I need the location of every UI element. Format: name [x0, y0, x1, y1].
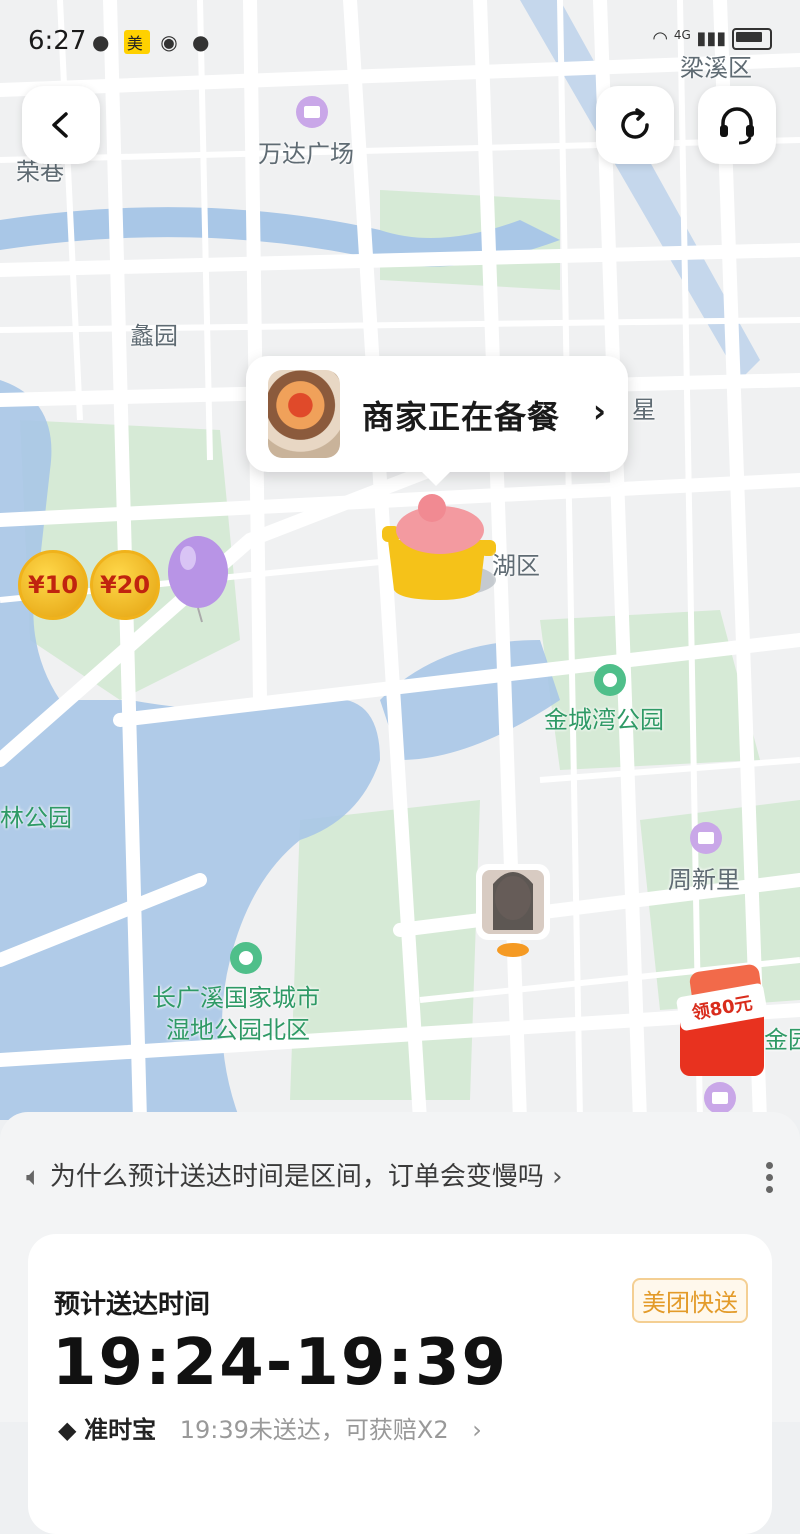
coin-20[interactable]: ¥20: [90, 550, 160, 620]
coin-10[interactable]: ¥10: [18, 550, 88, 620]
map-label-changguangxi-2: 湿地公园北区: [166, 1016, 310, 1044]
ontime-label: 准时宝: [84, 1416, 157, 1444]
status-time: 6:27: [28, 26, 87, 56]
map-label-liyuan: 蠡园: [130, 322, 178, 350]
status-notification-icons: ● 美 ◉ ●: [92, 30, 213, 54]
speaker-icon: 🔈︎: [26, 1162, 42, 1192]
more-options-icon[interactable]: [766, 1162, 774, 1198]
eta-card: 预计送达时间 美团快送 19:24-19:39 ◆ 准时宝 19:39未送达，可…: [28, 1234, 772, 1534]
network-type: 4G: [673, 28, 691, 42]
chevron-right-icon: ›: [552, 1162, 563, 1192]
poi-pin-wanda[interactable]: [296, 96, 328, 128]
map-label-wanda: 万达广场: [258, 140, 354, 168]
coin-10-label: ¥10: [27, 571, 79, 599]
meituan-app-icon: 美: [123, 30, 150, 54]
refresh-icon: [621, 108, 649, 139]
wechat-icon: ◉: [160, 30, 182, 54]
customer-service-button[interactable]: [698, 86, 776, 164]
chevron-right-icon: ›: [592, 392, 606, 430]
food-thumbnail: [268, 370, 340, 458]
ontime-guarantee[interactable]: ◆ 准时宝 19:39未送达，可获赔X2 ›: [58, 1410, 482, 1445]
poi-pin-zhouxinli[interactable]: [690, 822, 722, 854]
status-bar: 6:27 ● 美 ◉ ● ◠ 4G ▮▮▮: [0, 0, 800, 80]
eta-time-range: 19:24-19:39: [52, 1326, 508, 1400]
coupon-widget[interactable]: 领80元: [674, 963, 770, 1080]
eta-notice-link[interactable]: 🔈︎ 为什么预计送达时间是区间，订单会变慢吗 ›: [26, 1156, 563, 1193]
status-right-icons: ◠ 4G ▮▮▮: [652, 28, 772, 50]
refresh-button[interactable]: [596, 86, 674, 164]
message-icon: ●: [192, 30, 214, 54]
map-label-jincheng: 金城湾公园: [544, 706, 664, 734]
map-label-hu: 湖区: [492, 552, 540, 580]
order-panel: 🔈︎ 为什么预计送达时间是区间，订单会变慢吗 › 预计送达时间 美团快送 19:…: [0, 1112, 800, 1534]
chevron-right-icon: ›: [472, 1416, 482, 1444]
delivery-type-badge: 美团快送: [632, 1278, 748, 1323]
map-label-changguangxi-1: 长广溪国家城市: [152, 984, 320, 1012]
coin-20-label: ¥20: [99, 571, 151, 599]
wifi-icon: ◠: [652, 28, 669, 49]
back-arrow-icon: [52, 112, 68, 138]
park-pin-changguangxi[interactable]: [230, 942, 262, 974]
eta-label: 预计送达时间: [54, 1290, 211, 1320]
battery-icon: [732, 28, 772, 50]
map-label-zhouxinli: 周新里: [668, 866, 740, 894]
park-pin-jincheng[interactable]: [594, 664, 626, 696]
ontime-detail: 19:39未送达，可获赔X2: [179, 1416, 449, 1444]
signal-icon: ▮▮▮: [696, 28, 727, 49]
eta-notice-text: 为什么预计送达时间是区间，订单会变慢吗: [49, 1162, 544, 1192]
back-button[interactable]: [22, 86, 100, 164]
poi-pin-bottom-right[interactable]: [704, 1082, 736, 1114]
merchant-status-text: 商家正在备餐: [362, 398, 561, 436]
map-label-gongyuan-left: 林公园: [0, 804, 72, 832]
map-label-xing: 星: [632, 396, 656, 424]
chat-bubble-icon: ●: [92, 30, 114, 54]
shield-icon: ◆: [58, 1416, 77, 1444]
merchant-status-popup[interactable]: 商家正在备餐 ›: [246, 356, 628, 486]
headset-icon: [720, 107, 754, 145]
